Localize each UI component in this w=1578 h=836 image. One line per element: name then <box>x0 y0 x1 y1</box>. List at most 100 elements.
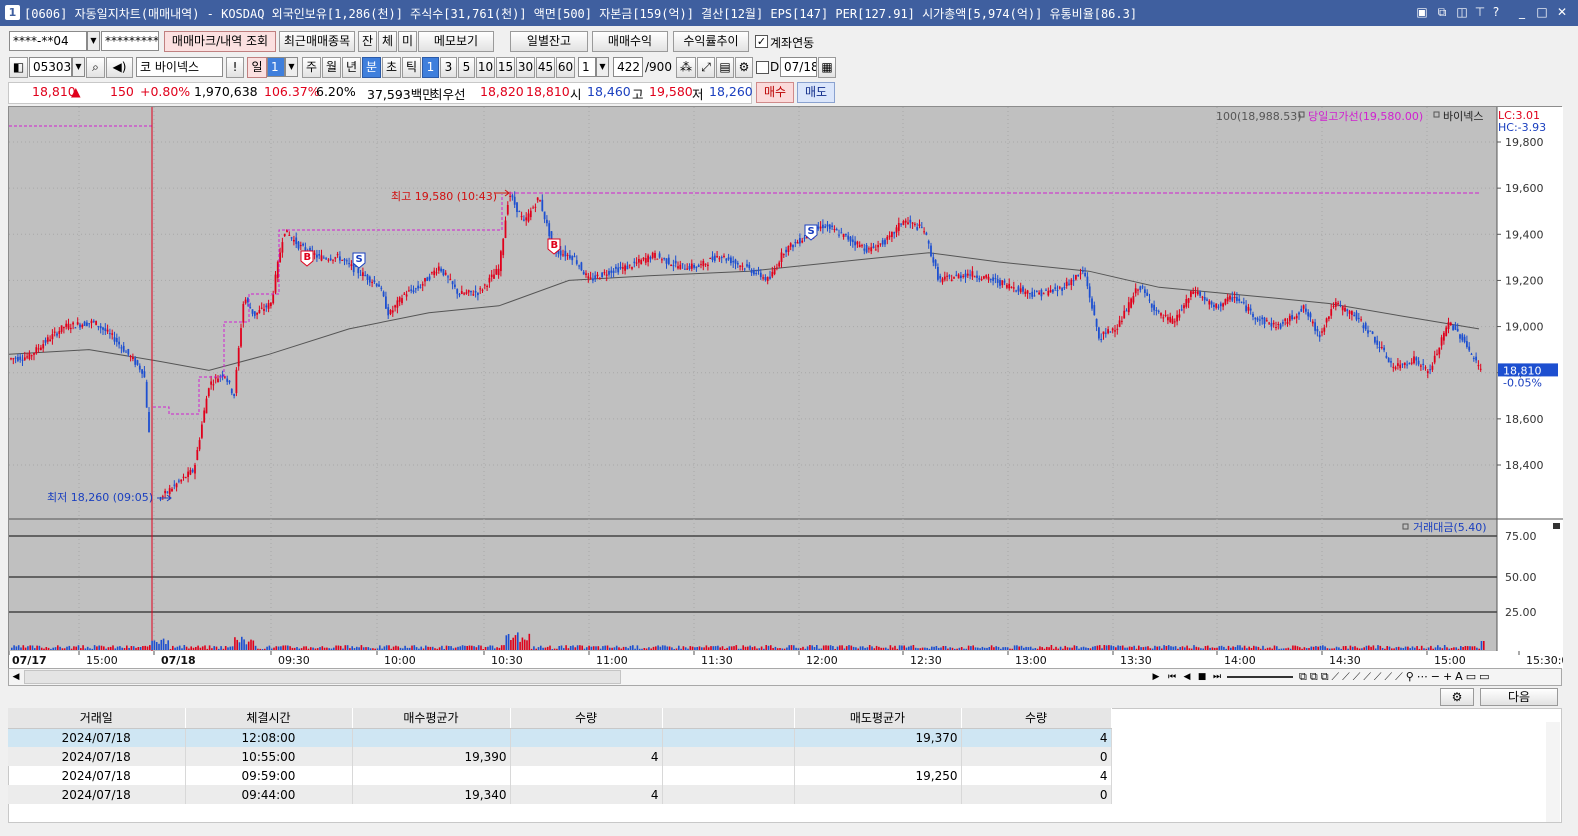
speaker-icon[interactable]: ◀) <box>106 57 133 78</box>
rewind-icon[interactable]: ⏮ <box>1165 669 1179 685</box>
maximize-icon[interactable]: □ <box>1534 4 1550 20</box>
balance-button[interactable]: 잔 <box>358 31 377 52</box>
col-buy-qty[interactable]: 수량 <box>510 708 663 729</box>
candle-body <box>1286 321 1289 324</box>
minute-30-button[interactable]: 30 <box>516 57 535 78</box>
code-search-icon[interactable]: ◧ <box>9 57 28 78</box>
candle-body <box>1121 320 1123 322</box>
market-label: 코 <box>140 60 152 74</box>
account-field[interactable]: ****-**04 <box>9 31 87 51</box>
scroll-thumb[interactable] <box>24 670 621 684</box>
daily-balance-button[interactable]: 일별잔고 <box>510 31 588 52</box>
next-button[interactable]: 다음 <box>1480 688 1558 706</box>
code-dropdown-icon[interactable]: ▼ <box>72 57 85 77</box>
candle-body <box>111 333 114 335</box>
minute-45-button[interactable]: 45 <box>536 57 555 78</box>
minute-5-button[interactable]: 5 <box>458 57 475 78</box>
zoom-slider[interactable] <box>1227 676 1293 678</box>
buy-button[interactable]: 매수 <box>756 82 794 103</box>
col-exec-time[interactable]: 체결시간 <box>185 708 353 729</box>
table-row[interactable]: 2024/07/18 09:59:00 19,250 4 <box>8 766 1112 785</box>
chart-area[interactable]: 19,80019,60019,40019,20019,00018,80018,6… <box>8 106 1563 669</box>
grid-scrollbar[interactable] <box>1546 722 1560 822</box>
pin-icon[interactable]: ⊤ <box>1472 4 1488 20</box>
calendar-icon[interactable]: ▦ <box>818 57 836 78</box>
col-trade-date[interactable]: 거래일 <box>8 708 186 729</box>
table-row[interactable]: 2024/07/18 12:08:00 19,370 4 <box>8 728 1112 747</box>
stock-name-field[interactable]: 코 바이넥스 <box>136 57 223 77</box>
col-sell-avg[interactable]: 매도평균가 <box>794 708 962 729</box>
candle-body <box>670 265 672 266</box>
candle-body <box>1406 364 1408 366</box>
price-chart[interactable]: 19,80019,60019,40019,20019,00018,80018,6… <box>9 107 1563 669</box>
link-icon[interactable]: ◫ <box>1454 4 1470 20</box>
minute-value-field[interactable]: 1 <box>578 57 596 77</box>
date-field[interactable]: 07/18 <box>780 57 817 77</box>
chart-scrollbar[interactable]: ◀ ▶ ⏮ ◀ ■ ⏭ ⧉⧉⧉⟋⟋⟋⟋⟋⟋⟋⚲⋯−+A▭▭ <box>8 668 1562 686</box>
alert-button[interactable]: ! <box>226 57 244 78</box>
period-tick-button[interactable]: 틱 <box>402 57 421 78</box>
memo-button[interactable]: 메모보기 <box>418 31 494 52</box>
scroll-right-icon[interactable]: ▶ <box>1149 669 1163 685</box>
day-count-field[interactable]: 1 <box>267 57 285 77</box>
scroll-left-icon[interactable]: ◀ <box>9 669 23 685</box>
password-field[interactable]: ********* <box>101 31 159 51</box>
volume-bar <box>1255 646 1257 650</box>
sell-button[interactable]: 매도 <box>797 82 835 103</box>
minute-1-button[interactable]: 1 <box>422 57 439 78</box>
account-dropdown-icon[interactable]: ▼ <box>87 31 100 51</box>
minute-15-button[interactable]: 15 <box>496 57 515 78</box>
play-back-icon[interactable]: ◀ <box>1180 669 1194 685</box>
restore-layout-icon[interactable]: ▣ <box>1414 4 1430 20</box>
day-dropdown-icon[interactable]: ▼ <box>285 57 298 77</box>
period-second-button[interactable]: 초 <box>382 57 401 78</box>
help-icon[interactable]: ? <box>1488 4 1504 20</box>
filled-button[interactable]: 체 <box>378 31 397 52</box>
minute-dropdown-icon[interactable]: ▼ <box>596 57 609 77</box>
save-icon[interactable]: ▤ <box>716 57 734 78</box>
candle-body <box>481 289 484 291</box>
account-link-checkbox[interactable]: ✓ <box>755 35 768 48</box>
drawing-tools-icon[interactable]: ⧉⧉⧉⟋⟋⟋⟋⟋⟋⟋⚲⋯−+A▭▭ <box>1299 670 1559 684</box>
candle-body <box>1397 363 1399 366</box>
table-row[interactable]: 2024/07/18 10:55:00 19,390 4 0 <box>8 747 1112 766</box>
table-cell <box>510 766 663 785</box>
settings-icon[interactable]: ⚙ <box>1440 688 1474 706</box>
recent-trades-button[interactable]: 최근매매종목 <box>279 31 355 52</box>
period-minute-button[interactable]: 분 <box>362 57 381 78</box>
fast-forward-icon[interactable]: ⏭ <box>1210 669 1224 685</box>
minute-10-button[interactable]: 10 <box>476 57 495 78</box>
candle-body <box>1374 336 1376 343</box>
table-row[interactable]: 2024/07/18 09:44:00 19,340 4 0 <box>8 785 1112 804</box>
copy-window-icon[interactable]: ⧉ <box>1434 4 1450 20</box>
col-buy-avg[interactable]: 매수평균가 <box>352 708 511 729</box>
volume-bar <box>496 647 498 650</box>
gear-icon[interactable]: ⚙ <box>735 57 753 78</box>
trade-mark-button[interactable]: 매매마크/내역 조회 <box>164 31 276 52</box>
stock-code-field[interactable]: 053030 <box>29 57 72 77</box>
period-month-button[interactable]: 월 <box>322 57 341 78</box>
col-sell-qty[interactable]: 수량 <box>961 708 1112 729</box>
volume-bar <box>560 645 563 650</box>
date-checkbox[interactable] <box>756 61 769 74</box>
return-trend-button[interactable]: 수익률추이 <box>673 31 749 52</box>
close-icon[interactable]: ✕ <box>1554 4 1570 20</box>
stop-icon[interactable]: ■ <box>1195 669 1209 685</box>
minute-60-button[interactable]: 60 <box>556 57 575 78</box>
data-count-field[interactable]: 422 <box>613 57 643 77</box>
draw-tools-icon[interactable]: ⤢ <box>697 57 715 78</box>
minute-3-button[interactable]: 3 <box>440 57 457 78</box>
search-icon[interactable]: ⌕ <box>86 57 105 78</box>
volume-bar <box>1358 648 1361 650</box>
period-year-button[interactable]: 년 <box>342 57 361 78</box>
indicator-icon[interactable]: ⁂ <box>676 57 696 78</box>
unfilled-button[interactable]: 미 <box>398 31 417 52</box>
volume-bar <box>399 647 402 650</box>
col-blank[interactable] <box>662 708 795 729</box>
volume-bar <box>1462 647 1464 650</box>
period-week-button[interactable]: 주 <box>302 57 321 78</box>
trade-profit-button[interactable]: 매매수익 <box>592 31 668 52</box>
period-day-button[interactable]: 일 <box>247 57 267 78</box>
minimize-icon[interactable]: _ <box>1514 4 1530 20</box>
volume-bar <box>1085 647 1087 650</box>
